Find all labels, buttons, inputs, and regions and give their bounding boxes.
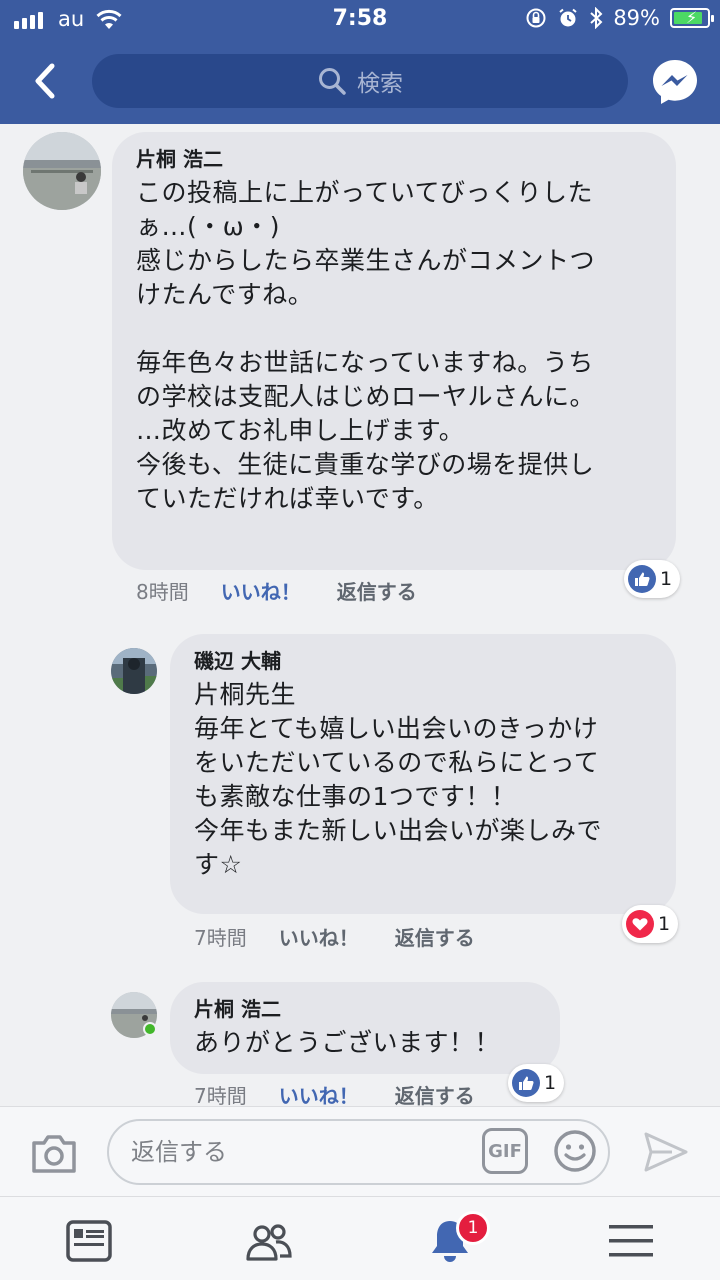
camera-icon[interactable]	[30, 1131, 78, 1175]
reply-input[interactable]: 返信する	[107, 1119, 610, 1185]
top-bar: au 7:58 89% ⚡ 検索	[0, 0, 720, 124]
like-reaction-icon	[628, 565, 656, 593]
avatar-photo	[111, 648, 157, 694]
back-arrow-icon[interactable]	[28, 62, 64, 100]
reaction-count: 1	[544, 1072, 557, 1094]
battery-percent: 89%	[613, 6, 660, 30]
notification-badge: 1	[456, 1211, 490, 1245]
avatar[interactable]	[23, 132, 101, 210]
reply-button[interactable]: 返信する	[337, 576, 417, 605]
charging-bolt-icon: ⚡	[686, 8, 698, 27]
comment-author[interactable]: 磯辺 大輔	[194, 648, 654, 674]
search-icon	[319, 68, 346, 95]
avatar-photo	[23, 132, 101, 210]
emoji-icon[interactable]	[553, 1129, 597, 1173]
messenger-icon[interactable]	[651, 58, 699, 106]
orientation-lock-icon	[526, 8, 546, 28]
reply-composer: 返信する	[0, 1106, 720, 1196]
reaction-summary[interactable]: 1	[622, 905, 679, 943]
comment-bubble[interactable]: 磯辺 大輔 片桐先生 毎年とても嬉しい出会いのきっかけ をいただいているので私ら…	[170, 634, 676, 914]
alarm-icon	[559, 8, 577, 27]
status-right: 89% ⚡	[525, 6, 714, 30]
bottom-tab-bar	[0, 1196, 720, 1280]
like-button[interactable]: いいね！	[221, 576, 301, 605]
menu-icon[interactable]	[607, 1217, 655, 1265]
comment-author[interactable]: 片桐 浩二	[136, 146, 654, 172]
search-bar[interactable]: 検索	[92, 54, 628, 108]
send-icon[interactable]	[642, 1130, 690, 1174]
online-status-dot	[143, 1022, 157, 1036]
comment-text: 片桐先生 毎年とても嬉しい出会いのきっかけ をいただいているので私らにとって も…	[194, 680, 603, 879]
reaction-summary[interactable]: 1	[624, 560, 681, 598]
friends-icon[interactable]	[245, 1217, 293, 1265]
comment-actions: 8時間 いいね！ 返信する	[136, 576, 417, 605]
reaction-count: 1	[658, 913, 671, 935]
comment-bubble[interactable]: 片桐 浩二 この投稿上に上がっていてびっくりした ぁ…(・ω・) 感じからしたら…	[112, 132, 676, 570]
comment-text: ありがとうございます！！	[194, 1028, 501, 1057]
reply-button[interactable]: 返信する	[395, 922, 475, 951]
comment-author[interactable]: 片桐 浩二	[194, 996, 538, 1022]
like-reaction-icon	[512, 1069, 540, 1097]
reply-button[interactable]: 返信する	[395, 1080, 475, 1109]
comment-time: 7時間	[194, 926, 247, 950]
avatar[interactable]	[111, 648, 157, 694]
comment-time: 8時間	[136, 580, 189, 604]
love-reaction-icon	[626, 910, 654, 938]
comment-actions: 7時間 いいね！ 返信する	[194, 1080, 475, 1109]
gif-button[interactable]: GIF	[482, 1128, 528, 1174]
like-button[interactable]: いいね！	[279, 1080, 359, 1109]
comment-time: 7時間	[194, 1084, 247, 1108]
comment-bubble[interactable]: 片桐 浩二 ありがとうございます！！	[170, 982, 560, 1074]
like-button[interactable]: いいね！	[279, 922, 359, 951]
search-placeholder: 検索	[357, 71, 403, 97]
status-bar: au 7:58 89% ⚡	[0, 0, 720, 40]
reaction-summary[interactable]: 1	[508, 1064, 565, 1102]
comment-text: この投稿上に上がっていてびっくりした ぁ…(・ω・) 感じからしたら卒業生さんが…	[136, 178, 596, 513]
news-feed-icon[interactable]	[65, 1217, 113, 1265]
comment-actions: 7時間 いいね！ 返信する	[194, 922, 475, 951]
battery-icon: ⚡	[670, 8, 714, 28]
reaction-count: 1	[660, 568, 673, 590]
bluetooth-icon	[590, 7, 603, 29]
